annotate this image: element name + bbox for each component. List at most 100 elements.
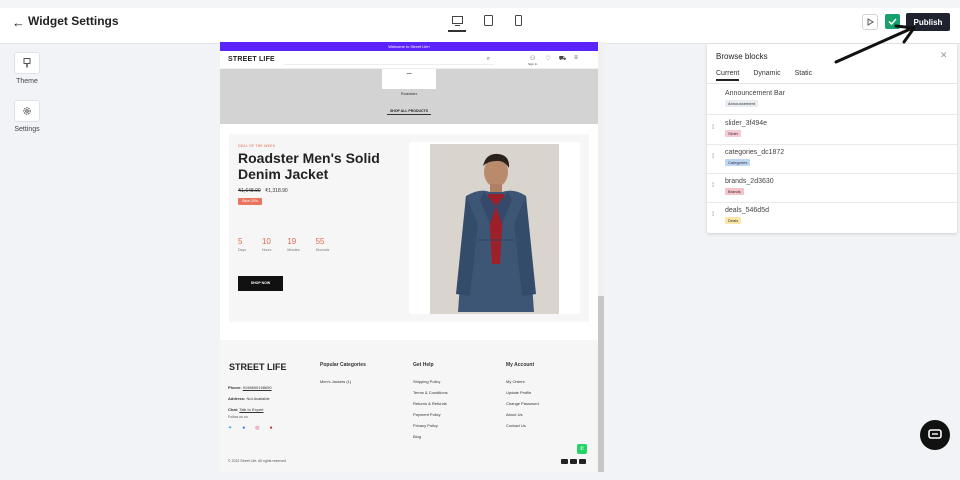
footer-col-categories: Popular Categories Men's Jackets (1) [320,362,366,387]
pinterest-icon[interactable]: ● [270,425,273,431]
menu-icon[interactable]: ≡ [574,55,578,66]
block-categories[interactable]: ⁞⁞ categories_dc1872 Categories [707,145,957,174]
tabs-divider [707,83,957,84]
chat-link[interactable]: Talk to Expert [239,407,263,412]
footer-link[interactable]: Returns & Refunds [413,398,448,409]
store-logo[interactable]: STREET LIFE [228,56,275,63]
announcement-bar[interactable]: Welcome to Street Life! [220,42,598,51]
panel-title: Browse blocks [716,52,768,61]
block-name: slider_3f494e [725,120,768,127]
footer-link[interactable]: Men's Jackets (1) [320,376,366,387]
block-announcement[interactable]: Announcement Bar Announcement [707,86,957,115]
top-strip [0,0,960,8]
footer-link[interactable]: My Orders [506,376,539,387]
rail-item-label: Theme [16,78,38,85]
store-search-input[interactable]: ⌕ [284,55,494,65]
product-image[interactable] [430,144,559,314]
page-title: Widget Settings [28,14,119,28]
footer-link[interactable]: Update Profile [506,387,539,398]
tablet-icon[interactable] [480,12,496,28]
timer-days: 5 Days [238,237,246,252]
card-icon [561,459,568,464]
desktop-icon[interactable] [448,12,466,32]
block-brands[interactable]: ⁞⁞ brands_2d3630 Brands [707,174,957,203]
tab-dynamic[interactable]: Dynamic [753,70,780,81]
phone-link[interactable]: 9198690198690 [243,385,272,390]
drag-handle-icon[interactable]: ⁞⁞ [712,183,715,189]
close-icon[interactable]: ✕ [940,50,948,61]
block-badge: Categories [725,159,751,166]
shop-now-button[interactable]: SHOP NOW [238,276,283,291]
countdown-timer: 5 Days 10 Hours 19 Minutes 55 Seconds [238,237,329,252]
deal-product-image-frame [409,142,580,314]
footer-link[interactable]: Contact Us [506,420,539,431]
block-name: Announcement Bar [725,90,785,97]
store-nav: STREET LIFE ⌕ ⚇ Sign In ♡ ⛟ ≡ [220,51,598,69]
cart-icon[interactable]: ⛟ [559,55,567,66]
canvas-scrollbar[interactable] [598,42,604,472]
footer-link[interactable]: Shipping Policy [413,376,448,387]
twitter-icon[interactable]: ✦ [228,425,232,431]
user-icon[interactable]: ⚇ Sign In [528,55,537,66]
facebook-icon[interactable]: ● [242,425,245,431]
footer-link[interactable]: About Us [506,409,539,420]
tab-current[interactable]: Current [716,70,740,81]
instagram-icon[interactable]: ◎ [255,425,259,431]
chat-support-button[interactable] [920,420,950,450]
timer-seconds: 55 Seconds [315,237,330,252]
save-badge: Save 20% [238,198,262,205]
footer-logo[interactable]: STREET LIFE [229,362,287,372]
footer-col-account: My Account My Orders Update Profile Chan… [506,362,539,431]
deal-of-week: DEAL OF THE WEEK Roadster Men's Solid De… [229,134,589,322]
card-icon [570,459,577,464]
block-badge: Brands [725,188,744,195]
scrollbar-thumb[interactable] [598,296,604,472]
block-badge: Announcement [725,100,758,107]
card-icon [579,459,586,464]
mobile-icon[interactable] [510,12,526,28]
social-links: ✦ ● ◎ ● [228,425,273,431]
category-card-label: Roadster [400,91,418,96]
footer-link[interactable]: Terms & Conditions [413,387,448,398]
timer-hours: 10 Hours [261,237,272,252]
shop-all-link[interactable]: SHOP ALL PRODUCTS [387,109,431,115]
tab-static[interactable]: Static [795,70,813,81]
block-name: deals_546d5d [725,207,769,214]
brush-icon [14,52,40,74]
footer-link[interactable]: Privacy Policy [413,420,448,431]
footer-link[interactable]: Blog [413,431,448,442]
rail-item-label: Settings [14,126,40,133]
drag-handle-icon[interactable]: ⁞⁞ [712,154,715,160]
whatsapp-icon[interactable]: ✆ [577,444,587,454]
search-icon: ⌕ [486,56,490,62]
block-badge: Slider [725,130,742,137]
block-slider[interactable]: ⁞⁞ slider_3f494e Slider [707,116,957,145]
preview-canvas: Welcome to Street Life! STREET LIFE ⌕ ⚇ S… [220,42,598,472]
heart-icon[interactable]: ♡ [545,55,550,66]
deal-tag: DEAL OF THE WEEK [238,144,276,148]
deal-product-name[interactable]: Roadster Men's Solid Denim Jacket [238,150,398,182]
chat-icon [928,429,942,439]
footer-link[interactable]: Change Password [506,398,539,409]
gear-icon [14,100,40,122]
store-footer: STREET LIFE Phone: 9198690198690 Address… [220,340,598,472]
payment-icons [561,459,586,464]
annotation-arrow-icon [834,24,916,64]
copyright-text: © 2022 Street Life. All rights reserved [228,459,287,463]
footer-link[interactable]: Payment Policy [413,409,448,420]
rail-item-theme[interactable]: Theme [2,52,52,85]
category-card-text: — [406,71,412,77]
block-deals[interactable]: ⁞⁞ deals_546d5d Deals [707,203,957,232]
block-badge: Deals [725,217,742,224]
deal-prices: ₹1,648.90 ₹1,318.90 [238,188,288,194]
drag-handle-icon[interactable]: ⁞⁞ [712,212,715,218]
top-bar: ← Widget Settings Publish [0,0,960,44]
footer-contact: Phone: 9198690198690 Address: Not Availa… [228,385,272,412]
device-switcher [448,12,526,32]
block-name: brands_2d3630 [725,178,774,185]
rail-item-settings[interactable]: Settings [2,100,52,133]
drag-handle-icon[interactable]: ⁞⁞ [712,125,715,131]
nav-icons: ⚇ Sign In ♡ ⛟ ≡ [528,55,578,66]
browse-blocks-panel: Browse blocks ✕ Current Dynamic Static A… [707,44,957,233]
arrow-left-icon[interactable]: ← [12,15,25,30]
